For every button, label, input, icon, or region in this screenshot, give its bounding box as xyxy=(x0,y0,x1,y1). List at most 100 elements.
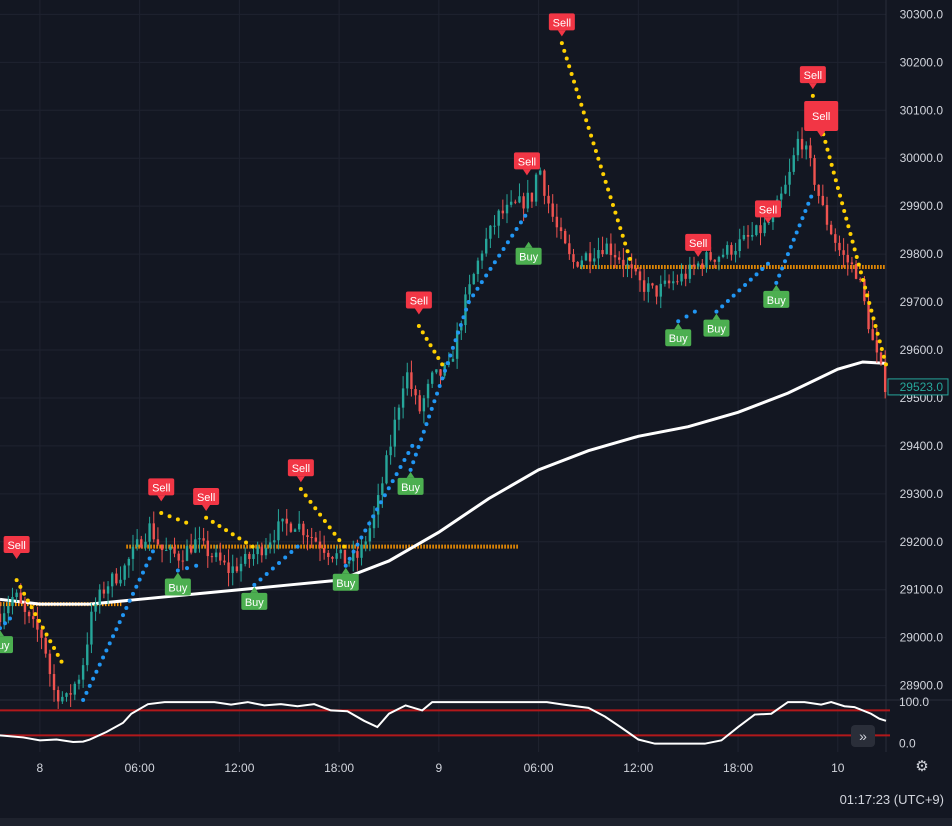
price-tick-label: 30000.0 xyxy=(900,151,944,165)
candle-body xyxy=(726,245,729,255)
trailing-stop-up-dot xyxy=(347,556,352,561)
trailing-stop-down-dot xyxy=(848,231,853,236)
trailing-stop-down-dot xyxy=(210,519,215,524)
trailing-stop-up-dot xyxy=(514,227,519,232)
candle-body xyxy=(106,586,110,594)
sell-signal-label: Sell xyxy=(152,482,170,494)
trailing-stop-up-dot xyxy=(791,237,796,242)
trailing-stop-up-dot xyxy=(475,286,480,291)
price-tick-label: 29900.0 xyxy=(900,199,944,213)
candle-body xyxy=(302,523,305,536)
candle-body xyxy=(439,369,442,376)
trailing-stop-down-dot xyxy=(416,324,421,329)
trailing-stop-up-dot xyxy=(429,406,434,411)
trailing-stop-down-dot xyxy=(303,493,308,498)
buy-signal: Buy xyxy=(703,313,730,337)
candle-body xyxy=(626,264,629,266)
buy-signal: Buy xyxy=(164,572,191,596)
trailing-stop-down-dot xyxy=(322,519,327,524)
candle-body xyxy=(56,690,60,702)
price-axis[interactable]: 30300.0 30200.0 30100.0 30000.0 29900.0 29800… xyxy=(887,7,949,693)
candle-body xyxy=(293,529,297,532)
candle-body xyxy=(198,538,201,540)
candle-body xyxy=(86,644,89,666)
clock-display[interactable]: 01:17:23 (UTC+9) xyxy=(840,792,944,807)
chart-canvas[interactable]: Buy Buy Buy Buy Buy Buy Buy Buy Buy Sell Sell Sell S… xyxy=(0,0,952,826)
trailing-stop-down-dot xyxy=(625,249,630,254)
candle-body xyxy=(310,536,313,538)
trailing-stop-down-dot xyxy=(224,528,229,533)
scroll-to-realtime-button[interactable]: » xyxy=(851,725,875,747)
trailing-stop-up-dot xyxy=(427,414,432,419)
trailing-stop-down-dot xyxy=(167,514,172,519)
trailing-stop-down-dot xyxy=(598,164,603,169)
trailing-stop-down-dot xyxy=(237,536,242,541)
candle-body xyxy=(360,544,363,558)
candle-body xyxy=(385,455,388,484)
candle-body xyxy=(256,546,259,555)
candle-body xyxy=(817,184,820,196)
trailing-stop-up-dot xyxy=(800,216,805,221)
candle-body xyxy=(796,138,800,156)
candle-body xyxy=(792,155,795,172)
sell-signal-pointer xyxy=(202,505,211,512)
trailing-stop-down-dot xyxy=(881,354,886,359)
trailing-stop-down-dot xyxy=(342,544,347,549)
candle-body xyxy=(883,363,887,393)
trailing-stop-down-dot xyxy=(436,355,441,360)
candle-body xyxy=(630,264,633,268)
candle-body xyxy=(185,546,189,561)
candle-body xyxy=(127,558,131,566)
trailing-stop-up-dot xyxy=(295,544,300,549)
trailing-stop-up-dot xyxy=(114,627,119,632)
trailing-stop-down-dot xyxy=(432,349,437,354)
candle-body xyxy=(638,271,642,281)
sell-signal-label: Sell xyxy=(292,463,310,475)
candle-body xyxy=(98,589,101,605)
candle-body xyxy=(514,201,517,203)
candle-body xyxy=(435,369,438,373)
time-tick-label: 18:00 xyxy=(723,761,753,775)
candle-body xyxy=(509,201,513,205)
time-axis[interactable]: 8 06:00 12:00 18:00 9 06:00 12:00 18:00 10 xyxy=(37,761,845,775)
candle-body xyxy=(788,171,791,185)
sell-signal-pointer xyxy=(414,308,423,315)
trailing-stop-down-dot xyxy=(569,71,574,76)
oscillator-panel xyxy=(0,701,890,745)
sell-signal-pointer xyxy=(557,30,566,37)
candlestick-series xyxy=(0,127,887,709)
candle-body xyxy=(854,264,858,279)
trailing-stop-up-dot xyxy=(84,690,89,695)
trailing-stop-down-dot xyxy=(850,239,855,244)
trailing-stop-down-dot xyxy=(327,525,332,530)
trailing-stop-up-dot xyxy=(411,460,416,465)
trailing-stop-down-dot xyxy=(25,598,30,603)
trailing-stop-down-dot xyxy=(873,324,878,329)
trailing-stop-up-dot xyxy=(134,584,139,589)
trailing-stop-down-dot xyxy=(606,187,611,192)
candle-body xyxy=(376,495,380,515)
candle-body xyxy=(800,138,804,150)
gear-icon[interactable]: ⚙ xyxy=(913,758,931,776)
trailing-stop-down-dot xyxy=(29,605,34,610)
candle-body xyxy=(115,573,118,584)
trailing-stop-up-dot xyxy=(737,288,742,293)
trailing-stop-up-dot xyxy=(147,556,152,561)
trailing-stop-up-dot xyxy=(488,266,493,271)
candle-body xyxy=(634,267,638,272)
candle-body xyxy=(252,554,255,559)
trailing-stop-up-dot xyxy=(676,319,681,324)
candle-body xyxy=(314,537,318,542)
candle-body xyxy=(522,196,525,209)
candle-body xyxy=(327,552,330,557)
candle-body xyxy=(202,538,205,541)
time-tick-label: 12:00 xyxy=(623,761,653,775)
trailing-stop-up-dot xyxy=(355,542,360,547)
trailing-stop-down-dot xyxy=(55,652,60,657)
trailing-stop-down-dot xyxy=(871,316,876,321)
trailing-stop-down-dot xyxy=(420,330,425,335)
trailing-stop-down-dot xyxy=(875,331,880,336)
trailing-stop-up-dot xyxy=(432,399,437,404)
trailing-stop-up-dot xyxy=(458,322,463,327)
trailing-stop-down-dot xyxy=(313,506,318,511)
